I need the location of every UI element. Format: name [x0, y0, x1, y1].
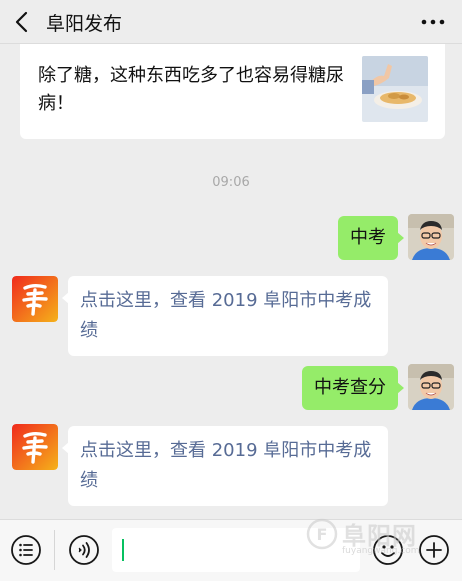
message-timestamp: 09:06 [212, 175, 250, 190]
article-thumbnail-image [362, 56, 428, 122]
user-avatar[interactable] [408, 214, 454, 260]
text-caret [122, 539, 124, 561]
plus-icon[interactable] [418, 534, 450, 566]
user-avatar[interactable] [408, 364, 454, 410]
article-title: 除了糖，这种东西吃多了也容易得糖尿病！ [38, 65, 344, 114]
chevron-left-icon[interactable] [14, 11, 30, 33]
outgoing-message[interactable]: 中考 [338, 216, 404, 260]
menu-list-icon[interactable] [10, 534, 42, 566]
incoming-link-message[interactable]: 点击这里，查看 2019 阜阳市中考成绩 [62, 276, 388, 356]
voice-icon[interactable] [68, 534, 100, 566]
incoming-link-message[interactable]: 点击这里，查看 2019 阜阳市中考成绩 [62, 426, 388, 506]
outgoing-message[interactable]: 中考查分 [302, 366, 404, 410]
more-dots-icon[interactable] [420, 13, 446, 31]
input-bar [0, 519, 462, 581]
official-account-avatar[interactable] [12, 424, 58, 470]
official-account-avatar[interactable] [12, 276, 58, 322]
article-card[interactable]: 除了糖，这种东西吃多了也容易得糖尿病！ [20, 44, 445, 139]
chat-title: 阜阳发布 [46, 13, 123, 35]
message-input[interactable] [112, 528, 360, 572]
emoji-icon[interactable] [372, 534, 404, 566]
top-bar: 阜阳发布 [0, 0, 462, 44]
divider [54, 530, 55, 570]
